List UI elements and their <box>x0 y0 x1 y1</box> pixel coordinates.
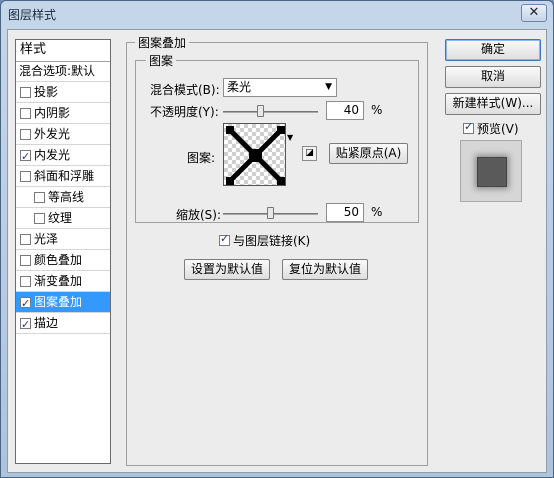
preview-swatch <box>477 157 507 187</box>
layer-style-dialog: 图层样式 ✕ 样式 混合选项:默认 投影内阴影外发光内发光斜面和浮雕等高线纹理光… <box>0 0 554 478</box>
scale-label: 缩放(S): <box>176 208 222 222</box>
opacity-label: 不透明度(Y): <box>150 105 219 119</box>
checkbox-icon[interactable] <box>20 294 31 314</box>
checkbox-icon[interactable] <box>20 128 31 140</box>
style-item[interactable]: 内发光 <box>16 145 110 167</box>
pattern-swatch[interactable] <box>223 123 286 186</box>
style-item-label: 投影 <box>34 85 59 99</box>
style-items: 投影内阴影外发光内发光斜面和浮雕等高线纹理光泽颜色叠加渐变叠加图案叠加描边 <box>16 82 110 335</box>
checkbox-icon[interactable] <box>20 86 31 98</box>
style-item[interactable]: 纹理 <box>16 208 110 229</box>
style-item[interactable]: 图案叠加 <box>16 292 110 314</box>
pattern-group: 图案 混合模式(B): 柔光 ▼ 不透明度(Y): 40 % 图案: ▼ ◪ 贴… <box>135 52 419 223</box>
pattern-group-title: 图案 <box>146 52 177 69</box>
style-item-label: 渐变叠加 <box>34 274 83 288</box>
style-item-label: 内发光 <box>34 148 71 162</box>
style-item-label: 斜面和浮雕 <box>34 169 95 183</box>
style-item[interactable]: 等高线 <box>16 187 110 208</box>
reset-to-default-button[interactable]: 复位为默认值 <box>282 259 368 280</box>
checkbox-icon[interactable] <box>20 107 31 119</box>
checkbox-icon <box>219 232 230 246</box>
close-button[interactable]: ✕ <box>521 4 547 22</box>
blending-options-item[interactable]: 混合选项:默认 <box>16 62 110 82</box>
checkbox-icon[interactable] <box>34 191 45 203</box>
blend-mode-value: 柔光 <box>227 80 252 94</box>
style-item[interactable]: 外发光 <box>16 124 110 145</box>
style-preview <box>460 140 522 202</box>
style-item-label: 描边 <box>34 316 59 330</box>
opacity-slider-thumb[interactable] <box>257 105 264 117</box>
checkbox-icon[interactable] <box>20 170 31 182</box>
style-item[interactable]: 颜色叠加 <box>16 250 110 271</box>
checkbox-icon[interactable] <box>20 254 31 266</box>
style-item-label: 外发光 <box>34 127 71 141</box>
pattern-label: 图案: <box>187 151 216 165</box>
dialog-body: 样式 混合选项:默认 投影内阴影外发光内发光斜面和浮雕等高线纹理光泽颜色叠加渐变… <box>7 29 547 473</box>
opacity-slider[interactable] <box>223 111 318 113</box>
checkbox-icon[interactable] <box>34 212 45 224</box>
styles-list-header[interactable]: 样式 <box>16 40 110 62</box>
new-style-button[interactable]: 新建样式(W)... <box>445 93 541 115</box>
scale-percent-sign: % <box>371 205 383 219</box>
style-item-label: 光泽 <box>34 232 59 246</box>
style-item[interactable]: 斜面和浮雕 <box>16 166 110 187</box>
chevron-down-icon: ▼ <box>325 82 332 92</box>
preview-checkbox[interactable]: 预览(V) <box>463 120 519 137</box>
ok-button[interactable]: 确定 <box>445 39 541 61</box>
pattern-overlay-section: 图案叠加 图案 混合模式(B): 柔光 ▼ 不透明度(Y): 40 % 图案: <box>126 34 428 466</box>
style-item[interactable]: 投影 <box>16 82 110 103</box>
blend-mode-label: 混合模式(B): <box>150 83 220 97</box>
style-item-label: 颜色叠加 <box>34 253 83 267</box>
title-bar[interactable]: 图层样式 ✕ <box>1 1 553 27</box>
dialog-title: 图层样式 <box>8 8 57 22</box>
opacity-input[interactable]: 40 <box>326 101 364 120</box>
scale-slider-thumb[interactable] <box>266 207 274 219</box>
cancel-button[interactable]: 取消 <box>445 66 541 88</box>
chevron-down-icon: ▼ <box>287 133 294 142</box>
checkbox-icon <box>463 120 474 134</box>
checkbox-icon[interactable] <box>20 275 31 287</box>
preview-label: 预览(V) <box>477 122 519 136</box>
snap-to-origin-button[interactable]: 贴紧原点(A) <box>329 143 408 164</box>
section-title: 图案叠加 <box>135 34 190 51</box>
style-item-label: 图案叠加 <box>34 295 83 309</box>
scale-input[interactable]: 50 <box>326 203 364 222</box>
link-with-layer-checkbox[interactable]: 与图层链接(K) <box>219 232 310 249</box>
style-item[interactable]: 描边 <box>16 313 110 335</box>
style-item[interactable]: 内阴影 <box>16 103 110 124</box>
style-item[interactable]: 渐变叠加 <box>16 271 110 292</box>
create-preset-icon[interactable]: ◪ <box>302 146 317 161</box>
opacity-percent-sign: % <box>371 103 383 117</box>
link-with-layer-label: 与图层链接(K) <box>233 234 311 248</box>
style-item-label: 纹理 <box>48 211 73 225</box>
checkbox-icon[interactable] <box>20 315 31 335</box>
pattern-picker-arrow[interactable]: ▼ <box>287 123 296 188</box>
style-item-label: 等高线 <box>48 190 85 204</box>
style-item[interactable]: 光泽 <box>16 229 110 250</box>
style-item-label: 内阴影 <box>34 106 71 120</box>
styles-list: 样式 混合选项:默认 投影内阴影外发光内发光斜面和浮雕等高线纹理光泽颜色叠加渐变… <box>15 39 111 464</box>
checkbox-icon[interactable] <box>20 147 31 167</box>
x-pattern-icon <box>226 126 285 185</box>
blend-mode-select[interactable]: 柔光 ▼ <box>223 78 337 97</box>
checkbox-icon[interactable] <box>20 233 31 245</box>
make-default-button[interactable]: 设置为默认值 <box>184 259 270 280</box>
